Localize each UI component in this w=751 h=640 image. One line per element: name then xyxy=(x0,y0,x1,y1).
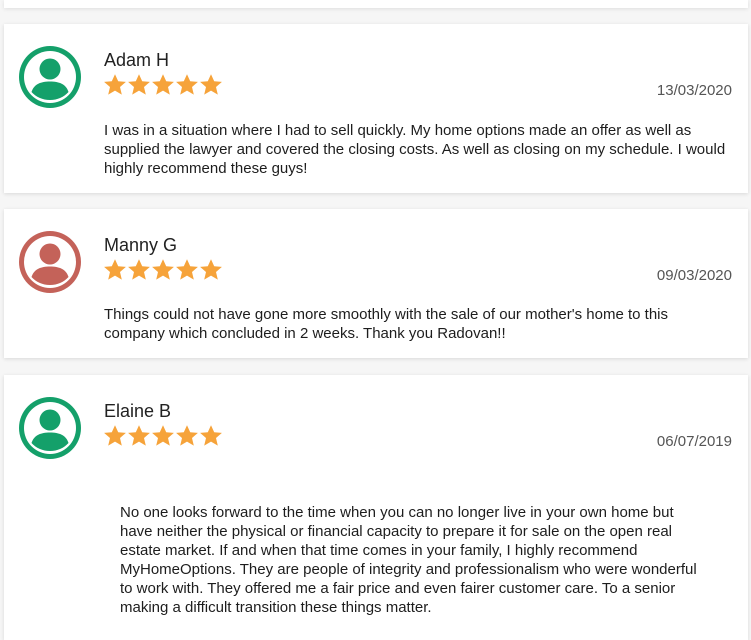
star-icon xyxy=(175,424,199,448)
review-card: Elaine B 06/07/2019 No one looks forward… xyxy=(4,375,748,640)
review-card: Manny G 09/03/2020 Things could not have… xyxy=(4,209,748,358)
star-icon xyxy=(127,258,151,282)
review-text: No one looks forward to the time when yo… xyxy=(120,504,697,616)
star-icon xyxy=(175,73,199,97)
star-icon xyxy=(151,424,175,448)
star-icon xyxy=(151,73,175,97)
star-rating xyxy=(103,258,223,284)
star-icon xyxy=(199,258,223,282)
star-icon xyxy=(127,424,151,448)
star-icon xyxy=(151,258,175,282)
previous-review-card-edge xyxy=(4,0,748,8)
user-avatar-icon xyxy=(19,397,81,459)
reviews-page: Adam H 13/03/2020 I was in a situation w… xyxy=(0,0,751,640)
star-icon xyxy=(103,424,127,448)
star-icon xyxy=(127,73,151,97)
review-date: 06/07/2019 xyxy=(656,433,732,450)
review-text: I was in a situation where I had to sell… xyxy=(104,122,726,177)
review-date: 09/03/2020 xyxy=(656,267,732,284)
review-date: 13/03/2020 xyxy=(656,82,732,99)
user-avatar-icon xyxy=(19,231,81,293)
reviewer-name: Elaine B xyxy=(104,401,172,421)
user-avatar-icon xyxy=(19,46,81,108)
star-rating xyxy=(103,73,223,99)
review-text: Things could not have gone more smoothly… xyxy=(104,306,668,342)
reviewer-name: Adam H xyxy=(104,50,170,70)
star-rating xyxy=(103,424,223,450)
star-icon xyxy=(199,424,223,448)
star-icon xyxy=(199,73,223,97)
review-card: Adam H 13/03/2020 I was in a situation w… xyxy=(4,24,748,193)
star-icon xyxy=(103,258,127,282)
star-icon xyxy=(175,258,199,282)
reviewer-name: Manny G xyxy=(104,235,178,255)
star-icon xyxy=(103,73,127,97)
